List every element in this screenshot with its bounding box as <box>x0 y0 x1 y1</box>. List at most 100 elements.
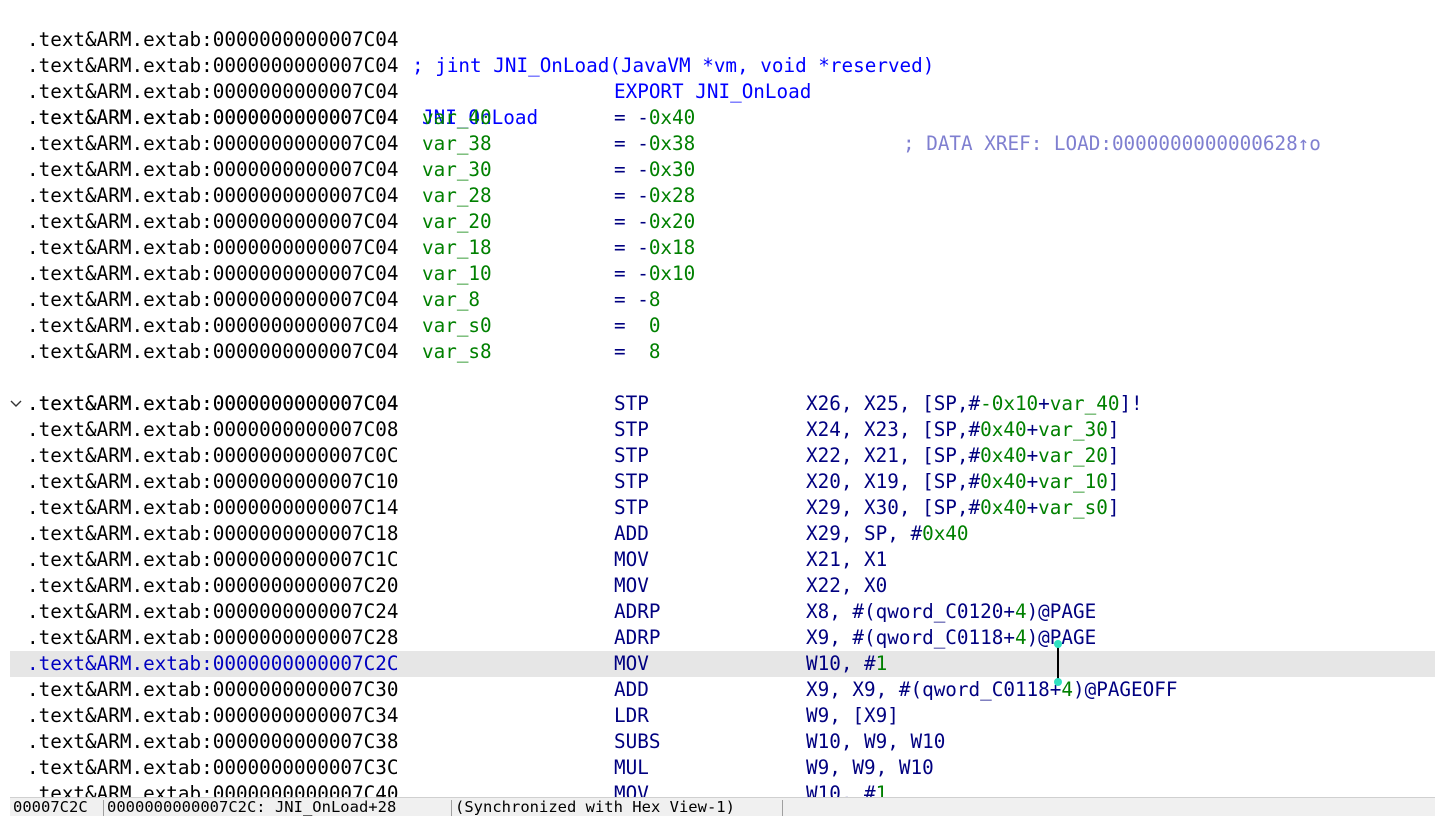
status-separator <box>782 800 783 816</box>
line-address: .text&ARM.extab:0000000000007C0C <box>27 444 399 467</box>
stack-var-line[interactable]: .text&ARM.extab:0000000000007C04 var_18 = … <box>0 235 1435 261</box>
instruction-mnemonic[interactable]: STP <box>614 417 649 443</box>
disassembly-listing[interactable]: .text&ARM.extab:0000000000007C04 ; jint … <box>0 0 1435 797</box>
instruction-mnemonic[interactable]: ADRP <box>614 599 660 625</box>
instruction-line[interactable]: .text&ARM.extab:0000000000007C24 ADRP X8, … <box>0 599 1435 625</box>
instruction-mnemonic[interactable]: ADRP <box>614 625 660 651</box>
instruction-line[interactable]: .text&ARM.extab:0000000000007C18 ADD X29, … <box>0 521 1435 547</box>
instruction-operands[interactable]: W9, W9, W10 <box>806 755 934 781</box>
stack-var-line[interactable]: .text&ARM.extab:0000000000007C04 var_28 = … <box>0 183 1435 209</box>
instruction-operands[interactable]: X8, #(qword_C0120+4)@PAGE <box>806 599 1096 625</box>
line-address: .text&ARM.extab:0000000000007C40 <box>27 782 399 797</box>
instruction-line[interactable]: .text&ARM.extab:0000000000007C38 SUBS W10,… <box>0 729 1435 755</box>
instruction-mnemonic[interactable]: ADD <box>614 677 649 703</box>
stack-var-name[interactable]: var_38 <box>422 131 492 157</box>
stack-var-name[interactable]: var_8 <box>422 287 480 313</box>
instruction-mnemonic[interactable]: LDR <box>614 703 649 729</box>
instruction-line-selected[interactable]: .text&ARM.extab:0000000000007C2C MOV W10, … <box>10 651 1435 677</box>
line-address: .text&ARM.extab:0000000000007C04 <box>27 236 399 259</box>
instruction-mnemonic[interactable]: ADD <box>614 521 649 547</box>
stack-var-name[interactable]: var_20 <box>422 209 492 235</box>
instruction-line[interactable]: .text&ARM.extab:0000000000007C28 ADRP X9, … <box>0 625 1435 651</box>
instruction-line[interactable]: .text&ARM.extab:0000000000007C1C MOV X21, … <box>0 547 1435 573</box>
instruction-mnemonic[interactable]: STP <box>614 495 649 521</box>
line-address: .text&ARM.extab:0000000000007C04 <box>27 210 399 233</box>
line-address: .text&ARM.extab:0000000000007C18 <box>27 522 399 545</box>
instruction-operands[interactable]: X9, X9, #(qword_C0118+4)@PAGEOFF <box>806 677 1177 703</box>
stack-var-line[interactable]: .text&ARM.extab:0000000000007C04 var_38 = … <box>0 131 1435 157</box>
stack-var-name[interactable]: var_40 <box>422 105 492 131</box>
cursor-handle-top[interactable] <box>1054 640 1062 648</box>
stack-var-line[interactable]: .text&ARM.extab:0000000000007C04 var_s0 = … <box>0 313 1435 339</box>
listing-line[interactable]: .text&ARM.extab:0000000000007C04 EXPORT … <box>0 27 1435 103</box>
instruction-line[interactable]: .text&ARM.extab:0000000000007C3C MUL W9, W… <box>0 755 1435 781</box>
instruction-mnemonic[interactable]: STP <box>614 443 649 469</box>
stack-var-name[interactable]: var_10 <box>422 261 492 287</box>
text-cursor <box>1057 646 1059 680</box>
instruction-operands[interactable]: W10, #1 <box>806 781 887 797</box>
instruction-operands[interactable]: X24, X23, [SP,#0x40+var_30] <box>806 417 1119 443</box>
stack-var-line[interactable]: .text&ARM.extab:0000000000007C04 var_20 = … <box>0 209 1435 235</box>
instruction-operands[interactable]: X29, X30, [SP,#0x40+var_s0] <box>806 495 1119 521</box>
listing-line[interactable]: .text&ARM.extab:0000000000007C04 ; jint … <box>0 1 1435 77</box>
instruction-operands[interactable]: X26, X25, [SP,#-0x10+var_40]! <box>806 391 1143 417</box>
instruction-line[interactable]: .text&ARM.extab:0000000000007C30 ADD X9, X… <box>0 677 1435 703</box>
instruction-line[interactable]: .text&ARM.extab:0000000000007C20 MOV X22, … <box>0 573 1435 599</box>
line-address: .text&ARM.extab:0000000000007C08 <box>27 418 399 441</box>
line-address: .text&ARM.extab:0000000000007C3C <box>27 756 399 779</box>
instruction-operands[interactable]: X29, SP, #0x40 <box>806 521 969 547</box>
chevron-down-icon[interactable] <box>8 391 24 417</box>
instruction-line[interactable]: .text&ARM.extab:0000000000007C40 MOV W10, … <box>0 781 1435 797</box>
instruction-mnemonic[interactable]: SUBS <box>614 729 660 755</box>
stack-var-line[interactable]: .text&ARM.extab:0000000000007C04 var_s8 = … <box>0 339 1435 365</box>
stack-var-offset: = -8 <box>614 288 661 311</box>
stack-var-line[interactable]: .text&ARM.extab:0000000000007C04 var_10 = … <box>0 261 1435 287</box>
instruction-line[interactable]: .text&ARM.extab:0000000000007C34 LDR W9, [… <box>0 703 1435 729</box>
stack-var-name[interactable]: var_30 <box>422 157 492 183</box>
instruction-mnemonic[interactable]: MOV <box>614 573 649 599</box>
instruction-mnemonic[interactable]: MOV <box>614 547 649 573</box>
instruction-line[interactable]: .text&ARM.extab:0000000000007C04 STP X26, … <box>0 391 1435 417</box>
instruction-operands[interactable]: X9, #(qword_C0118+4)@PAGE <box>806 625 1096 651</box>
instruction-operands[interactable]: W10, #1 <box>806 651 887 677</box>
line-address: .text&ARM.extab:0000000000007C04 <box>27 262 399 285</box>
instruction-operands[interactable]: X21, X1 <box>806 547 887 573</box>
stack-var-name[interactable]: var_18 <box>422 235 492 261</box>
instruction-mnemonic[interactable]: MOV <box>614 651 649 677</box>
stack-var-line[interactable]: .text&ARM.extab:0000000000007C04 var_30 = … <box>0 157 1435 183</box>
status-separator <box>451 800 452 816</box>
instruction-operands[interactable]: X20, X19, [SP,#0x40+var_10] <box>806 469 1119 495</box>
instruction-mnemonic[interactable]: STP <box>614 469 649 495</box>
listing-line[interactable]: .text&ARM.extab:0000000000007C04 JNI_OnL… <box>0 53 1435 155</box>
line-address: .text&ARM.extab:0000000000007C30 <box>27 678 399 701</box>
stack-var-line[interactable]: .text&ARM.extab:0000000000007C04 var_40 = … <box>0 105 1435 131</box>
cursor-handle-bottom[interactable] <box>1054 678 1062 686</box>
stack-var-offset: = -0x18 <box>614 236 696 259</box>
stack-var-name[interactable]: var_28 <box>422 183 492 209</box>
line-address: .text&ARM.extab:0000000000007C20 <box>27 574 399 597</box>
instruction-mnemonic[interactable]: MOV <box>614 781 649 797</box>
instruction-operands[interactable]: W9, [X9] <box>806 703 899 729</box>
listing-line[interactable]: .text&ARM.extab:0000000000007C04 <box>0 365 1435 415</box>
stack-var-name[interactable]: var_s8 <box>422 339 492 365</box>
line-address: .text&ARM.extab:0000000000007C14 <box>27 496 399 519</box>
stack-var-offset: = -0x30 <box>614 158 696 181</box>
instruction-mnemonic[interactable]: MUL <box>614 755 649 781</box>
stack-var-line[interactable]: .text&ARM.extab:0000000000007C04 var_8 = -… <box>0 287 1435 313</box>
instruction-line[interactable]: .text&ARM.extab:0000000000007C14 STP X29, … <box>0 495 1435 521</box>
instruction-line[interactable]: .text&ARM.extab:0000000000007C10 STP X20, … <box>0 469 1435 495</box>
stack-var-offset: = 0 <box>614 314 661 337</box>
stack-var-name[interactable]: var_s0 <box>422 313 492 339</box>
instruction-mnemonic[interactable]: STP <box>614 391 649 417</box>
stack-var-offset: = -0x28 <box>614 184 696 207</box>
instruction-line[interactable]: .text&ARM.extab:0000000000007C08 STP X24, … <box>0 417 1435 443</box>
instruction-operands[interactable]: X22, X0 <box>806 573 887 599</box>
status-separator <box>103 800 104 816</box>
stack-var-offset: = -0x38 <box>614 132 696 155</box>
listing-line[interactable]: .text&ARM.extab:0000000000007C04 <box>0 79 1435 129</box>
line-address: .text&ARM.extab:0000000000007C10 <box>27 470 399 493</box>
instruction-operands[interactable]: W10, W9, W10 <box>806 729 945 755</box>
instruction-line[interactable]: .text&ARM.extab:0000000000007C0C STP X22, … <box>0 443 1435 469</box>
line-address: .text&ARM.extab:0000000000007C04 <box>27 106 399 129</box>
instruction-operands[interactable]: X22, X21, [SP,#0x40+var_20] <box>806 443 1119 469</box>
